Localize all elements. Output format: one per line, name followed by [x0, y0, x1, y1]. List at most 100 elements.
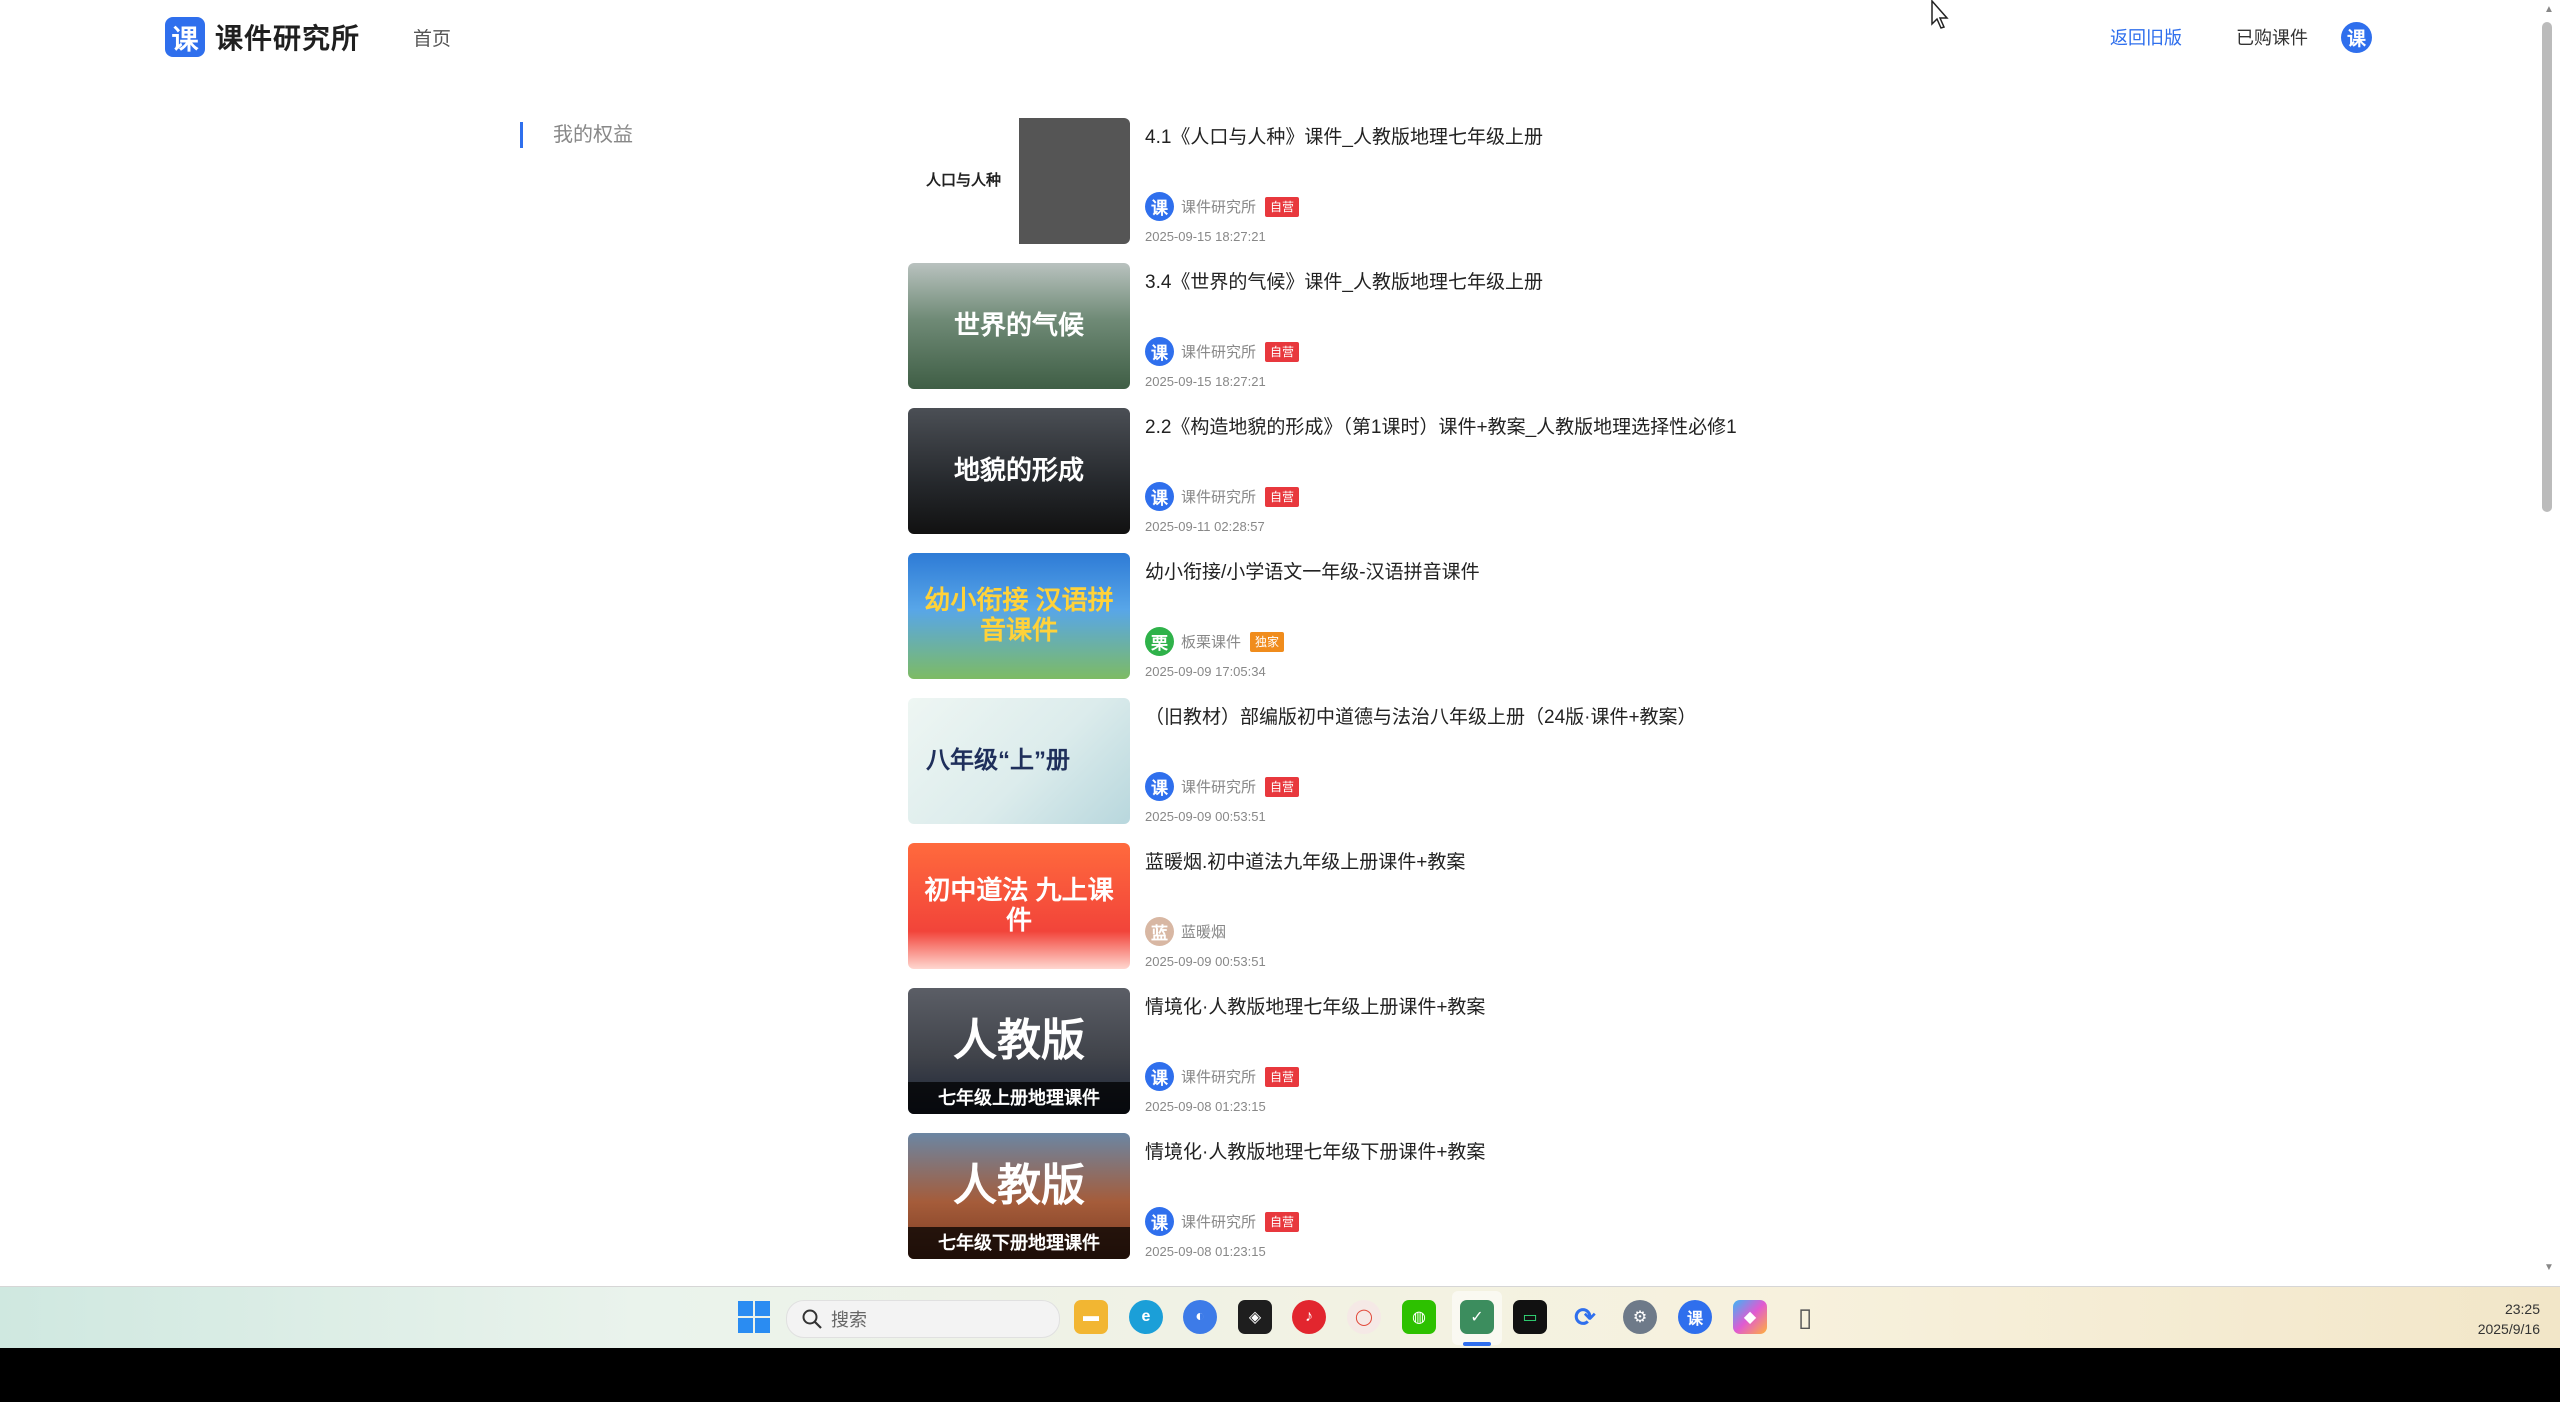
status-badge: 自营 [1265, 776, 1300, 797]
item-date: 2025-09-08 01:23:15 [1145, 1244, 1266, 1259]
item-title[interactable]: 情境化·人教版地理七年级下册课件+教案 [1145, 1137, 1485, 1164]
courseware-thumbnail[interactable]: 地貌的形成 [908, 408, 1130, 534]
logo-mark-icon: 课 [165, 17, 205, 57]
list-item: 初中道法 九上课件 蓝暖烟.初中道法九年级上册课件+教案 蓝 蓝暖烟 2025-… [908, 843, 2108, 988]
author-avatar[interactable]: 课 [1145, 1207, 1174, 1236]
author-info: 课 课件研究所 自营 [1145, 1207, 1300, 1236]
item-date: 2025-09-15 18:27:21 [1145, 229, 1266, 244]
courseware-thumbnail[interactable]: 初中道法 九上课件 [908, 843, 1130, 969]
author-name[interactable]: 蓝暖烟 [1181, 921, 1226, 942]
item-date: 2025-09-15 18:27:21 [1145, 374, 1266, 389]
list-item: 人教版 七年级上册地理课件 情境化·人教版地理七年级上册课件+教案 课 课件研究… [908, 988, 2108, 1133]
item-title[interactable]: 情境化·人教版地理七年级上册课件+教案 [1145, 992, 1485, 1019]
search-placeholder: 搜索 [831, 1310, 867, 1330]
author-avatar[interactable]: 蓝 [1145, 917, 1174, 946]
edge-icon[interactable]: e [1129, 1300, 1163, 1334]
list-item: 八年级“上”册 （旧教材）部编版初中道德与法治八年级上册（24版·课件+教案） … [908, 698, 2108, 843]
purchased-courseware-link[interactable]: 已购课件 [2236, 24, 2308, 50]
sidebar-item-my-benefits[interactable]: 我的权益 [520, 122, 633, 148]
author-info: 蓝 蓝暖烟 [1145, 917, 1226, 946]
copilot-icon[interactable]: ◆ [1733, 1300, 1767, 1334]
author-info: 课 课件研究所 自营 [1145, 772, 1300, 801]
list-item: 人口与人种 4.1《人口与人种》课件_人教版地理七年级上册 课 课件研究所 自营… [908, 118, 2108, 263]
windows-taskbar: 搜索 ▬ e ◐ ◈ ♪ ◯ ◍ ✓ ▭ ⟳ ⚙ 课 ◆ ▯ 23:25 202… [0, 1286, 2560, 1349]
clock-date: 2025/9/16 [2477, 1321, 2540, 1337]
author-name[interactable]: 课件研究所 [1181, 196, 1256, 217]
return-old-version-link[interactable]: 返回旧版 [2110, 24, 2182, 50]
status-badge: 自营 [1265, 486, 1300, 507]
author-avatar[interactable]: 课 [1145, 1062, 1174, 1091]
courseware-thumbnail[interactable]: 人教版 七年级上册地理课件 [908, 988, 1130, 1114]
figma-icon[interactable]: ◈ [1238, 1300, 1272, 1334]
author-info: 课 课件研究所 自营 [1145, 337, 1300, 366]
author-avatar[interactable]: 栗 [1145, 627, 1174, 656]
top-header: 课 课件研究所 首页 返回旧版 已购课件 课 [0, 0, 2538, 72]
item-date: 2025-09-09 00:53:51 [1145, 954, 1266, 969]
item-title[interactable]: 幼小衔接/小学语文一年级-汉语拼音课件 [1145, 557, 1480, 584]
logo-text: 课件研究所 [215, 23, 361, 54]
status-badge: 自营 [1265, 196, 1300, 217]
sync-icon[interactable]: ⟳ [1568, 1300, 1602, 1334]
list-item: 地貌的形成 2.2《构造地貌的形成》（第1课时）课件+教案_人教版地理选择性必修… [908, 408, 2108, 553]
courseware-thumbnail[interactable]: 幼小衔接 汉语拼音课件 [908, 553, 1130, 679]
author-info: 课 课件研究所 自营 [1145, 482, 1300, 511]
clock-time: 23:25 [2504, 1301, 2540, 1317]
chat-icon[interactable]: ◯ [1347, 1300, 1381, 1334]
courseware-thumbnail[interactable]: 人教版 七年级下册地理课件 [908, 1133, 1130, 1259]
settings-icon[interactable]: ⚙ [1623, 1300, 1657, 1334]
netease-music-icon[interactable]: ♪ [1292, 1300, 1326, 1334]
item-title[interactable]: （旧教材）部编版初中道德与法治八年级上册（24版·课件+教案） [1145, 702, 1697, 729]
author-avatar[interactable]: 课 [1145, 337, 1174, 366]
author-name[interactable]: 课件研究所 [1181, 1211, 1256, 1232]
item-date: 2025-09-08 01:23:15 [1145, 1099, 1266, 1114]
browser-icon[interactable]: ◐ [1183, 1300, 1217, 1334]
status-badge: 自营 [1265, 341, 1300, 362]
list-item: 世界的气候 3.4《世界的气候》课件_人教版地理七年级上册 课 课件研究所 自营… [908, 263, 2108, 408]
phone-icon[interactable]: ▯ [1788, 1300, 1822, 1334]
list-item: 幼小衔接 汉语拼音课件 幼小衔接/小学语文一年级-汉语拼音课件 栗 板栗课件 独… [908, 553, 2108, 698]
item-title[interactable]: 4.1《人口与人种》课件_人教版地理七年级上册 [1145, 122, 1543, 149]
item-date: 2025-09-09 00:53:51 [1145, 809, 1266, 824]
author-name[interactable]: 板栗课件 [1181, 631, 1241, 652]
courseware-thumbnail[interactable]: 世界的气候 [908, 263, 1130, 389]
item-title[interactable]: 2.2《构造地貌的形成》（第1课时）课件+教案_人教版地理选择性必修1 [1145, 412, 1737, 439]
scrollbar-thumb[interactable] [2542, 22, 2552, 512]
author-name[interactable]: 课件研究所 [1181, 341, 1256, 362]
status-badge: 自营 [1265, 1066, 1300, 1087]
item-date: 2025-09-11 02:28:57 [1145, 519, 1265, 534]
author-avatar[interactable]: 课 [1145, 192, 1174, 221]
courseware-list: 人口与人种 4.1《人口与人种》课件_人教版地理七年级上册 课 课件研究所 自营… [908, 118, 2108, 1278]
status-badge: 自营 [1265, 1211, 1300, 1232]
item-title[interactable]: 3.4《世界的气候》课件_人教版地理七年级上册 [1145, 267, 1543, 294]
terminal-icon[interactable]: ▭ [1513, 1300, 1547, 1334]
mouse-cursor-icon [1931, 0, 1949, 29]
author-name[interactable]: 课件研究所 [1181, 1066, 1256, 1087]
taskbar-search-box[interactable]: 搜索 [786, 1300, 1060, 1338]
courseware-thumbnail[interactable]: 八年级“上”册 [908, 698, 1130, 824]
scroll-down-arrow-icon[interactable]: ▼ [2544, 1262, 2554, 1273]
site-logo[interactable]: 课 课件研究所 [165, 17, 360, 57]
list-item: 人教版 七年级下册地理课件 情境化·人教版地理七年级下册课件+教案 课 课件研究… [908, 1133, 2108, 1278]
active-app-indicator [1463, 1342, 1491, 1346]
item-date: 2025-09-09 17:05:34 [1145, 664, 1266, 679]
scroll-up-arrow-icon[interactable]: ▲ [2544, 4, 2554, 15]
courseware-thumbnail[interactable]: 人口与人种 [908, 118, 1130, 244]
file-explorer-icon[interactable]: ▬ [1074, 1300, 1108, 1334]
windows-start-icon[interactable] [738, 1301, 770, 1333]
exclusive-badge: 独家 [1250, 631, 1285, 652]
author-info: 课 课件研究所 自营 [1145, 192, 1300, 221]
item-title[interactable]: 蓝暖烟.初中道法九年级上册课件+教案 [1145, 847, 1465, 874]
author-info: 栗 板栗课件 独家 [1145, 627, 1285, 656]
search-icon [802, 1309, 822, 1329]
author-name[interactable]: 课件研究所 [1181, 776, 1256, 797]
user-avatar[interactable]: 课 [2341, 22, 2372, 53]
author-avatar[interactable]: 课 [1145, 482, 1174, 511]
courseware-app-icon[interactable]: ✓ [1460, 1300, 1494, 1334]
author-name[interactable]: 课件研究所 [1181, 486, 1256, 507]
kejian-icon[interactable]: 课 [1678, 1300, 1712, 1334]
nav-home-link[interactable]: 首页 [413, 24, 451, 51]
wechat-icon[interactable]: ◍ [1402, 1300, 1436, 1334]
author-info: 课 课件研究所 自营 [1145, 1062, 1300, 1091]
system-clock[interactable]: 23:25 2025/9/16 [2460, 1299, 2540, 1339]
author-avatar[interactable]: 课 [1145, 772, 1174, 801]
